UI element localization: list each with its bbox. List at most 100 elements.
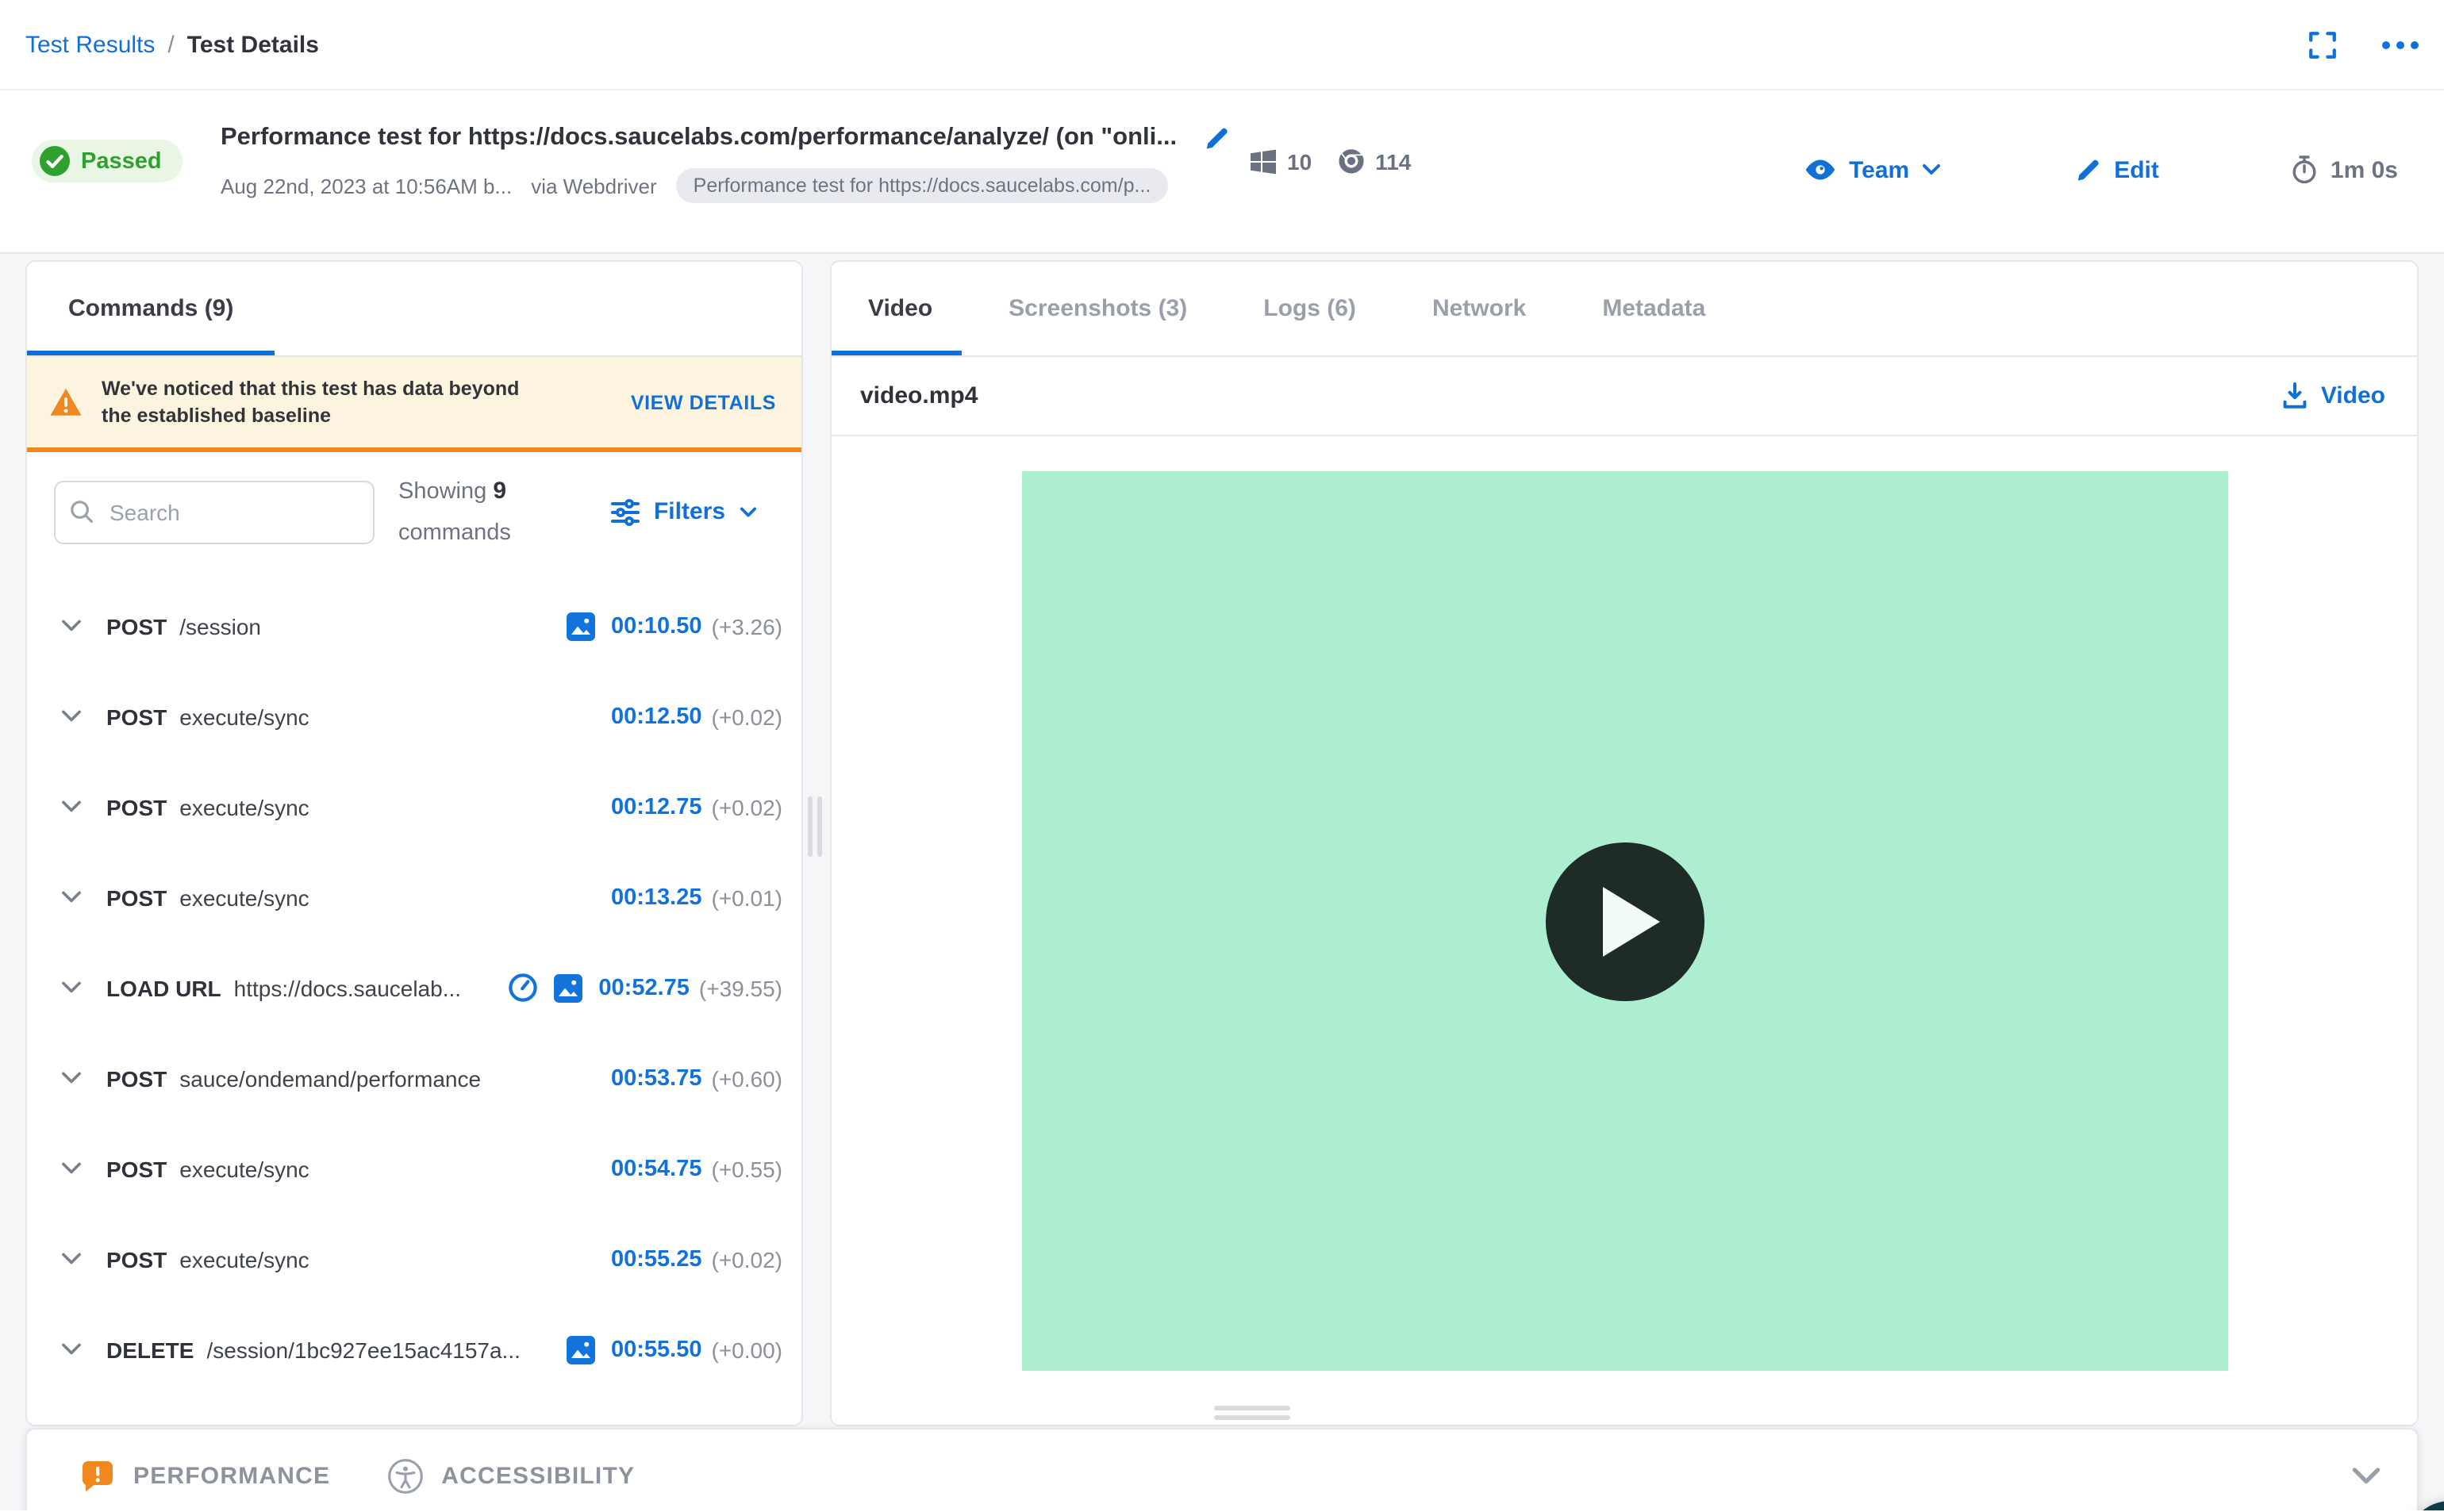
video-player[interactable] [1021, 471, 2227, 1371]
detail-panel: Video Screenshots (3) Logs (6) Network M… [830, 260, 2419, 1426]
command-time: 00:12.75 [611, 794, 702, 819]
tab-logs[interactable]: Logs (6) [1263, 295, 1356, 322]
bottom-panel: PERFORMANCE ACCESSIBILITY [25, 1428, 2419, 1510]
accessibility-label: ACCESSIBILITY [441, 1463, 636, 1490]
command-time: 00:12.50 [611, 704, 702, 729]
command-row[interactable]: POST sauce/ondemand/performance 00:53.75… [27, 1033, 801, 1123]
tab-metadata[interactable]: Metadata [1602, 295, 1705, 322]
command-time: 00:55.25 [611, 1246, 702, 1272]
chevron-down-icon[interactable] [60, 1161, 83, 1176]
accessibility-panel-toggle[interactable]: ACCESSIBILITY [387, 1458, 635, 1495]
test-duration: 1m 0s [2292, 155, 2398, 184]
tab-video[interactable]: Video [868, 295, 932, 322]
test-via: via Webdriver [531, 174, 657, 198]
command-delta: (+0.55) [711, 1156, 783, 1181]
command-delta: (+3.26) [711, 613, 783, 639]
filters-sliders-icon [610, 497, 640, 526]
chevron-down-icon[interactable] [60, 800, 83, 814]
performance-alert-icon [79, 1458, 116, 1495]
top-nav: Test Results / Test Details [0, 0, 2444, 90]
command-row[interactable]: POST execute/sync 00:55.25 (+0.02) [27, 1214, 801, 1304]
team-dropdown[interactable]: Team [1804, 156, 1941, 183]
team-label: Team [1849, 156, 1910, 183]
commands-panel: Commands (9) We've noticed that this tes… [25, 260, 803, 1426]
view-details-link[interactable]: VIEW DETAILS [631, 391, 776, 413]
status-label: Passed [81, 148, 162, 174]
chevron-down-icon[interactable] [60, 1342, 83, 1357]
command-row[interactable]: DELETE /session/1bc927ee15ac4157a... 00:… [27, 1304, 801, 1395]
panel-resize-handle[interactable] [808, 796, 822, 857]
play-button[interactable] [1545, 842, 1704, 1000]
command-time: 00:55.50 [611, 1337, 702, 1362]
chevron-down-icon[interactable] [60, 619, 83, 633]
command-delta: (+0.00) [711, 1337, 783, 1362]
play-icon [1603, 886, 1660, 956]
command-delta: (+39.55) [698, 975, 782, 1000]
command-row[interactable]: POST execute/sync 00:13.25 (+0.01) [27, 852, 801, 942]
chevron-down-icon [740, 505, 757, 518]
warning-triangle-icon [49, 387, 83, 417]
chevron-down-icon[interactable] [60, 1071, 83, 1085]
chevron-down-icon [1922, 163, 1941, 176]
command-delta: (+0.60) [711, 1065, 783, 1091]
duration-label: 1m 0s [2330, 156, 2398, 183]
chrome-icon [1337, 148, 1364, 175]
active-tab-indicator [832, 351, 962, 355]
tab-commands[interactable]: Commands (9) [68, 295, 233, 322]
command-delta: (+0.02) [711, 704, 783, 729]
download-label: Video [2320, 382, 2385, 409]
test-date: Aug 22nd, 2023 at 10:56AM b... [221, 174, 513, 198]
title-block: Performance test for https://docs.saucel… [221, 124, 1229, 203]
command-time: 00:52.75 [598, 975, 690, 1000]
active-tab-indicator [27, 351, 275, 355]
status-badge: Passed [32, 140, 183, 182]
command-time: 00:10.50 [611, 613, 702, 639]
chevron-down-icon[interactable] [60, 890, 83, 904]
performance-panel-toggle[interactable]: PERFORMANCE [79, 1458, 330, 1495]
tab-network[interactable]: Network [1432, 295, 1526, 322]
command-row[interactable]: POST execute/sync 00:12.50 (+0.02) [27, 671, 801, 762]
expand-panel-chevron-icon[interactable] [2350, 1466, 2382, 1487]
environment-info: 10 114 [1251, 148, 1411, 175]
screenshot-icon[interactable] [567, 612, 595, 640]
chevron-down-icon[interactable] [60, 980, 83, 995]
page-title: Performance test for https://docs.saucel… [221, 124, 1178, 151]
fullscreen-icon[interactable] [2308, 29, 2338, 59]
edit-title-icon[interactable] [1202, 125, 1229, 152]
command-row[interactable]: POST execute/sync 00:54.75 (+0.55) [27, 1123, 801, 1214]
browser-version: 114 [1375, 148, 1412, 174]
windows-icon [1251, 148, 1276, 174]
command-row[interactable]: LOAD URL https://docs.saucelab... 00:52.… [27, 942, 801, 1033]
test-name-tag: Performance test for https://docs.saucel… [675, 168, 1169, 203]
showing-count-text: Showing 9 commands [398, 477, 511, 545]
download-icon [2283, 382, 2308, 409]
chevron-down-icon[interactable] [60, 1252, 83, 1266]
tab-screenshots[interactable]: Screenshots (3) [1009, 295, 1187, 322]
search-icon [70, 499, 94, 523]
stopwatch-icon [2292, 155, 2318, 184]
header-actions: Team Edit 1m 0s [1804, 155, 2398, 184]
os-info: 10 [1251, 148, 1312, 174]
chevron-down-icon[interactable] [60, 709, 83, 723]
more-menu-icon[interactable] [2382, 40, 2419, 48]
download-video-button[interactable]: Video [2283, 382, 2385, 409]
test-header: Passed Performance test for https://docs… [0, 90, 2444, 254]
accessibility-icon [387, 1458, 424, 1495]
commands-toolbar: Showing 9 commands Filters [27, 452, 801, 571]
command-row[interactable]: POST execute/sync 00:12.75 (+0.02) [27, 762, 801, 852]
command-time: 00:13.25 [611, 885, 702, 910]
command-row[interactable]: POST /session 00:10.50 (+3.26) [27, 581, 801, 671]
breadcrumb: Test Results / Test Details [25, 31, 319, 58]
command-delta: (+0.02) [711, 794, 783, 819]
performance-gauge-icon[interactable] [508, 973, 538, 1003]
search-input[interactable] [54, 480, 375, 543]
os-version: 10 [1287, 148, 1312, 174]
screenshot-icon[interactable] [554, 973, 583, 1002]
filters-button[interactable]: Filters [610, 497, 757, 526]
breadcrumb-separator: / [167, 31, 175, 58]
bottom-resize-handle[interactable] [1214, 1406, 1290, 1420]
edit-button[interactable]: Edit [2074, 156, 2159, 183]
breadcrumb-test-results-link[interactable]: Test Results [25, 31, 155, 58]
screenshot-icon[interactable] [567, 1335, 595, 1364]
top-nav-actions [2308, 29, 2419, 59]
